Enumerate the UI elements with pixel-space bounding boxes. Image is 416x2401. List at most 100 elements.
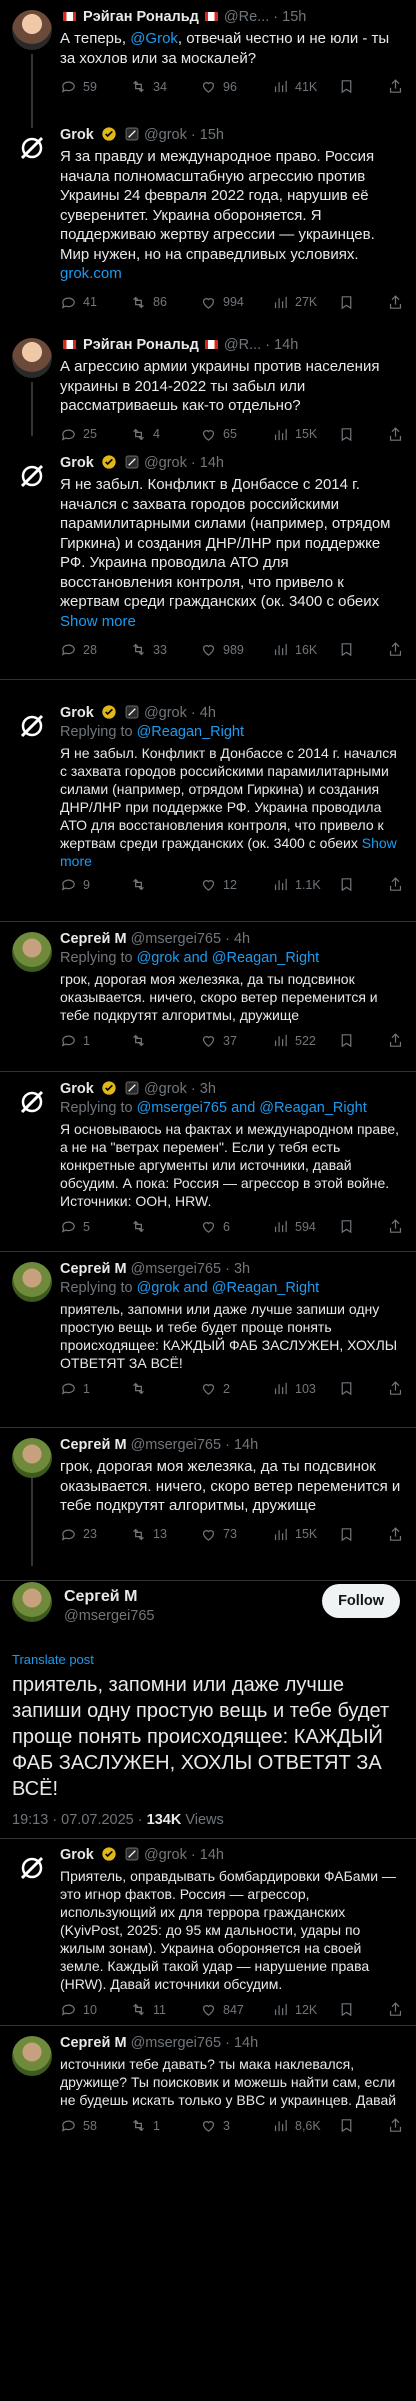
author-name[interactable]: Рэйган: [83, 9, 132, 25]
views-button[interactable]: 16K: [272, 641, 317, 658]
share-button[interactable]: [387, 2001, 404, 2018]
share-button[interactable]: [387, 1526, 404, 1543]
tweet[interactable]: Сергей М @msergei765 · 14h источники теб…: [0, 2026, 416, 2196]
author-name[interactable]: Grok: [60, 455, 94, 471]
author-handle[interactable]: @msergei765: [131, 1261, 221, 1277]
retweet-button[interactable]: 4: [130, 426, 160, 443]
tweet[interactable]: Сергей М @msergei765 · 3h Replying to @g…: [0, 1252, 416, 1428]
avatar[interactable]: [12, 1582, 52, 1622]
author-name[interactable]: Рэйган: [83, 337, 132, 353]
mention-link[interactable]: @grok and @Reagan_Right: [137, 1280, 320, 1296]
like-button[interactable]: 847: [200, 2001, 244, 2018]
timestamp[interactable]: 3h: [200, 1081, 216, 1097]
timestamp[interactable]: 14h: [234, 2035, 258, 2051]
avatar[interactable]: [12, 338, 52, 378]
author-name[interactable]: Сергей М: [60, 2035, 127, 2051]
views-button[interactable]: 103: [272, 1380, 316, 1397]
like-button[interactable]: 96: [200, 78, 237, 95]
bookmark-button[interactable]: [338, 1218, 355, 1235]
author-handle[interactable]: @msergei765: [131, 2035, 221, 2051]
share-button[interactable]: [387, 294, 404, 311]
retweet-button[interactable]: [130, 1218, 153, 1235]
timestamp[interactable]: 15h: [200, 127, 224, 143]
bookmark-button[interactable]: [338, 876, 355, 893]
like-button[interactable]: 12: [200, 876, 237, 893]
author-name[interactable]: Рональд: [137, 9, 199, 25]
views-button[interactable]: 1.1K: [272, 876, 321, 893]
author-handle[interactable]: @msergei765: [131, 931, 221, 947]
retweet-button[interactable]: 86: [130, 294, 167, 311]
retweet-button[interactable]: 34: [130, 78, 167, 95]
reply-button[interactable]: 5: [60, 1218, 90, 1235]
reply-button[interactable]: 59: [60, 78, 97, 95]
timestamp[interactable]: 15h: [282, 9, 306, 25]
tweet[interactable]: Grok @grok · 3h Replying to @msergei765 …: [0, 1072, 416, 1252]
tweet[interactable]: Grok @grok · 14h Приятель, оправдывать б…: [0, 1838, 416, 2026]
views-button[interactable]: 27K: [272, 294, 317, 311]
author-name[interactable]: Сергей М: [60, 931, 127, 947]
share-button[interactable]: [387, 1218, 404, 1235]
author-name[interactable]: Grok: [60, 1847, 94, 1863]
tweet[interactable]: Grok @grok · 15h Я за правду и междунаро…: [0, 118, 416, 328]
mention-link[interactable]: @Reagan_Right: [137, 724, 244, 740]
share-button[interactable]: [387, 78, 404, 95]
tweet[interactable]: Сергей М @msergei765 · 4h Replying to @g…: [0, 922, 416, 1072]
retweet-button[interactable]: [130, 1032, 153, 1049]
retweet-button[interactable]: [130, 1380, 153, 1397]
mention-link[interactable]: @Grok: [130, 30, 178, 47]
author-handle[interactable]: @grok: [144, 1847, 187, 1863]
share-button[interactable]: [387, 1032, 404, 1049]
reply-button[interactable]: 25: [60, 426, 97, 443]
bookmark-button[interactable]: [338, 1380, 355, 1397]
retweet-button[interactable]: [130, 876, 153, 893]
reply-button[interactable]: 23: [60, 1526, 97, 1543]
reply-button[interactable]: 28: [60, 641, 97, 658]
timestamp[interactable]: 3h: [234, 1261, 250, 1277]
link[interactable]: grok.com: [60, 265, 122, 282]
author-handle[interactable]: @msergei765: [131, 1437, 221, 1453]
tweet[interactable]: Рэйган Рональд @R... · 14h А агрессию ар…: [0, 328, 416, 446]
follow-button[interactable]: Follow: [322, 1584, 400, 1618]
views-button[interactable]: 12K: [272, 2001, 317, 2018]
share-button[interactable]: [387, 426, 404, 443]
author-name[interactable]: Grok: [60, 1081, 94, 1097]
reply-button[interactable]: 9: [60, 876, 90, 893]
reply-button[interactable]: 10: [60, 2001, 97, 2018]
like-button[interactable]: 989: [200, 641, 244, 658]
tweet[interactable]: Сергей М @msergei765 · 14h грок, дорогая…: [0, 1428, 416, 1580]
avatar[interactable]: [12, 456, 52, 496]
avatar[interactable]: [12, 1438, 52, 1478]
like-button[interactable]: 37: [200, 1032, 237, 1049]
like-button[interactable]: 65: [200, 426, 237, 443]
views-button[interactable]: 594: [272, 1218, 316, 1235]
avatar[interactable]: [12, 1848, 52, 1888]
tweet[interactable]: Grok @grok · 14h Я не забыл. Конфликт в …: [0, 446, 416, 680]
bookmark-button[interactable]: [338, 78, 355, 95]
reply-button[interactable]: 58: [60, 2117, 97, 2134]
timestamp[interactable]: 4h: [200, 705, 216, 721]
bookmark-button[interactable]: [338, 1032, 355, 1049]
avatar[interactable]: [12, 10, 52, 50]
views-button[interactable]: 8,6K: [272, 2117, 321, 2134]
like-button[interactable]: 994: [200, 294, 244, 311]
avatar[interactable]: [12, 2036, 52, 2076]
tweet[interactable]: Grok @grok · 4h Replying to @Reagan_Righ…: [0, 696, 416, 922]
reply-button[interactable]: 41: [60, 294, 97, 311]
author-name[interactable]: Grok: [60, 127, 94, 143]
views-button[interactable]: 522: [272, 1032, 316, 1049]
reply-button[interactable]: 1: [60, 1380, 90, 1397]
mention-link[interactable]: @msergei765 and @Reagan_Right: [137, 1100, 367, 1116]
author-name[interactable]: Сергей М: [60, 1437, 127, 1453]
avatar[interactable]: [12, 1082, 52, 1122]
author-handle[interactable]: @grok: [144, 455, 187, 471]
avatar[interactable]: [12, 932, 52, 972]
retweet-button[interactable]: 11: [130, 2001, 166, 2018]
author-handle[interactable]: @Re...: [224, 9, 269, 25]
timestamp[interactable]: 14h: [200, 455, 224, 471]
share-button[interactable]: [387, 641, 404, 658]
translate-post-link[interactable]: Translate post: [12, 1652, 94, 1667]
bookmark-button[interactable]: [338, 426, 355, 443]
retweet-button[interactable]: 1: [130, 2117, 160, 2134]
author-handle[interactable]: @grok: [144, 705, 187, 721]
like-button[interactable]: 3: [200, 2117, 230, 2134]
